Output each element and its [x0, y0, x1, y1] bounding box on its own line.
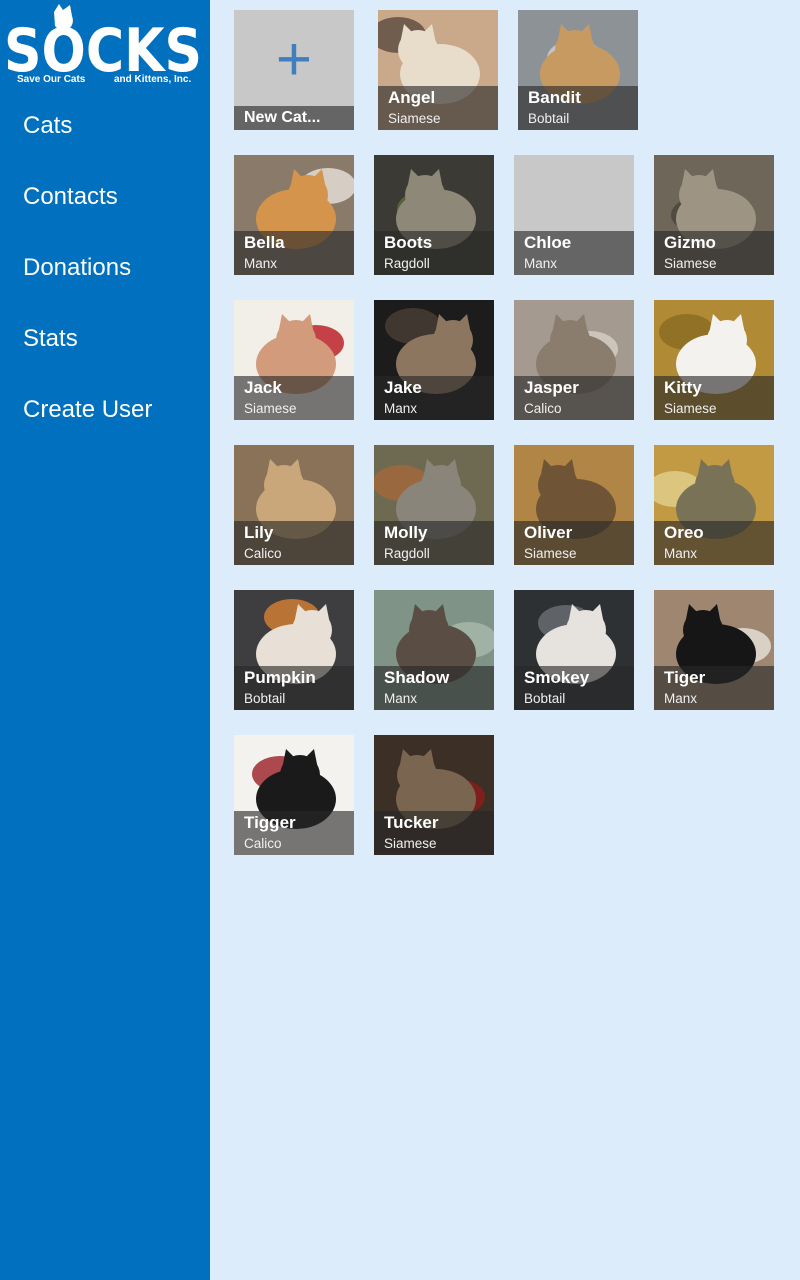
cat-tile-pumpkin[interactable]: Pumpkin Bobtail — [234, 590, 354, 710]
cat-breed: Manx — [664, 546, 698, 561]
cat-tile-smokey[interactable]: Smokey Bobtail — [514, 590, 634, 710]
cat-name: Boots — [384, 233, 433, 252]
cat-tile-jasper[interactable]: Jasper Calico — [514, 300, 634, 420]
tile-caption: Pumpkin Bobtail — [234, 666, 354, 710]
sidebar: SOCKS Save Our Cats and Kittens, Inc. Ca… — [0, 0, 210, 1280]
logo-tagline-left: Save Our Cats — [17, 74, 86, 85]
plus-icon: + — [275, 25, 313, 94]
cat-tile-boots[interactable]: Boots Ragdoll — [374, 155, 494, 275]
cat-name: Kitty — [664, 378, 702, 397]
cat-breed: Ragdoll — [384, 256, 430, 271]
sidebar-nav: Cats Contacts Donations Stats Create Use… — [0, 90, 210, 445]
cat-tile-kitty[interactable]: Kitty Siamese — [654, 300, 774, 420]
tile-caption: Tiger Manx — [654, 666, 774, 710]
tile-caption: Bella Manx — [234, 231, 354, 275]
cat-breed: Manx — [244, 256, 278, 271]
cat-breed: Siamese — [388, 111, 441, 126]
cat-name: Jake — [384, 378, 422, 397]
tile-caption: Shadow Manx — [374, 666, 494, 710]
cat-name: Jasper — [524, 378, 579, 397]
cat-tile-oliver[interactable]: Oliver Siamese — [514, 445, 634, 565]
cat-breed: Calico — [244, 836, 282, 851]
cat-breed: Manx — [384, 691, 418, 706]
cat-tile-bandit[interactable]: Bandit Bobtail — [518, 10, 638, 130]
cat-tile-tigger[interactable]: Tigger Calico — [234, 735, 354, 855]
cat-breed: Siamese — [664, 256, 717, 271]
cat-tile-bella[interactable]: Bella Manx — [234, 155, 354, 275]
cat-breed: Calico — [524, 401, 562, 416]
cat-name: Angel — [388, 88, 436, 107]
sidebar-item-contacts[interactable]: Contacts — [0, 161, 210, 232]
cat-tile-angel[interactable]: Angel Siamese — [378, 10, 498, 130]
tile-caption: Jasper Calico — [514, 376, 634, 420]
tile-caption: Jack Siamese — [234, 376, 354, 420]
cat-tile-jack[interactable]: Jack Siamese — [234, 300, 354, 420]
tile-caption: Kitty Siamese — [654, 376, 774, 420]
tile-caption: Gizmo Siamese — [654, 231, 774, 275]
cat-name: Chloe — [524, 233, 572, 252]
cat-name: Molly — [384, 523, 428, 542]
tile-caption: Oliver Siamese — [514, 521, 634, 565]
new-cat-label: New Cat... — [244, 109, 321, 126]
tile-caption: Smokey Bobtail — [514, 666, 634, 710]
sidebar-item-stats[interactable]: Stats — [0, 303, 210, 374]
tile-caption: Molly Ragdoll — [374, 521, 494, 565]
cat-breed: Calico — [244, 546, 282, 561]
cat-name: Tucker — [384, 813, 439, 832]
tile-caption: Chloe Manx — [514, 231, 634, 275]
cat-breed: Manx — [664, 691, 698, 706]
cat-tile-chloe[interactable]: Chloe Manx — [514, 155, 634, 275]
tile-caption: Angel Siamese — [378, 86, 498, 130]
cat-tile-jake[interactable]: Jake Manx — [374, 300, 494, 420]
cat-breed: Ragdoll — [384, 546, 430, 561]
tile-caption: Oreo Manx — [654, 521, 774, 565]
logo-tagline-right: and Kittens, Inc. — [114, 74, 191, 85]
cat-name: Bella — [244, 233, 285, 252]
cat-breed: Siamese — [244, 401, 297, 416]
cat-name: Gizmo — [664, 233, 716, 252]
cat-name: Jack — [244, 378, 282, 397]
cat-breed: Manx — [384, 401, 418, 416]
sidebar-item-create-user[interactable]: Create User — [0, 374, 210, 445]
tile-caption: Tigger Calico — [234, 811, 354, 855]
tile-caption: Lily Calico — [234, 521, 354, 565]
cat-breed: Siamese — [524, 546, 577, 561]
cat-name: Oliver — [524, 523, 573, 542]
cat-name: Smokey — [524, 668, 590, 687]
cat-breed: Siamese — [664, 401, 717, 416]
cat-breed: Bobtail — [244, 691, 286, 706]
sidebar-item-donations[interactable]: Donations — [0, 232, 210, 303]
cat-breed: Bobtail — [524, 691, 566, 706]
cat-breed: Bobtail — [528, 111, 570, 126]
tile-caption: Jake Manx — [374, 376, 494, 420]
cat-name: Oreo — [664, 523, 704, 542]
cat-name: Tigger — [244, 813, 296, 832]
socks-logo[interactable]: SOCKS Save Our Cats and Kittens, Inc. — [2, 2, 206, 90]
cat-breed: Siamese — [384, 836, 437, 851]
sidebar-item-cats[interactable]: Cats — [0, 90, 210, 161]
cat-grid: + New Cat... Angel Siamese Bandit Bobtail Be… — [210, 0, 800, 1280]
cat-tile-molly[interactable]: Molly Ragdoll — [374, 445, 494, 565]
tile-caption: Tucker Siamese — [374, 811, 494, 855]
cat-tile-lily[interactable]: Lily Calico — [234, 445, 354, 565]
cat-tile-oreo[interactable]: Oreo Manx — [654, 445, 774, 565]
tile-caption: Boots Ragdoll — [374, 231, 494, 275]
cat-name: Lily — [244, 523, 274, 542]
cat-breed: Manx — [524, 256, 558, 271]
tile-caption: Bandit Bobtail — [518, 86, 638, 130]
cat-tile-tucker[interactable]: Tucker Siamese — [374, 735, 494, 855]
cat-name: Bandit — [528, 88, 581, 107]
cat-tile-tiger[interactable]: Tiger Manx — [654, 590, 774, 710]
cat-name: Shadow — [384, 668, 450, 687]
cat-name: Pumpkin — [244, 668, 316, 687]
cat-tile-shadow[interactable]: Shadow Manx — [374, 590, 494, 710]
cat-tile-gizmo[interactable]: Gizmo Siamese — [654, 155, 774, 275]
new-cat-button[interactable]: + New Cat... — [234, 10, 354, 130]
tile-caption: New Cat... — [234, 106, 354, 130]
cat-name: Tiger — [664, 668, 706, 687]
